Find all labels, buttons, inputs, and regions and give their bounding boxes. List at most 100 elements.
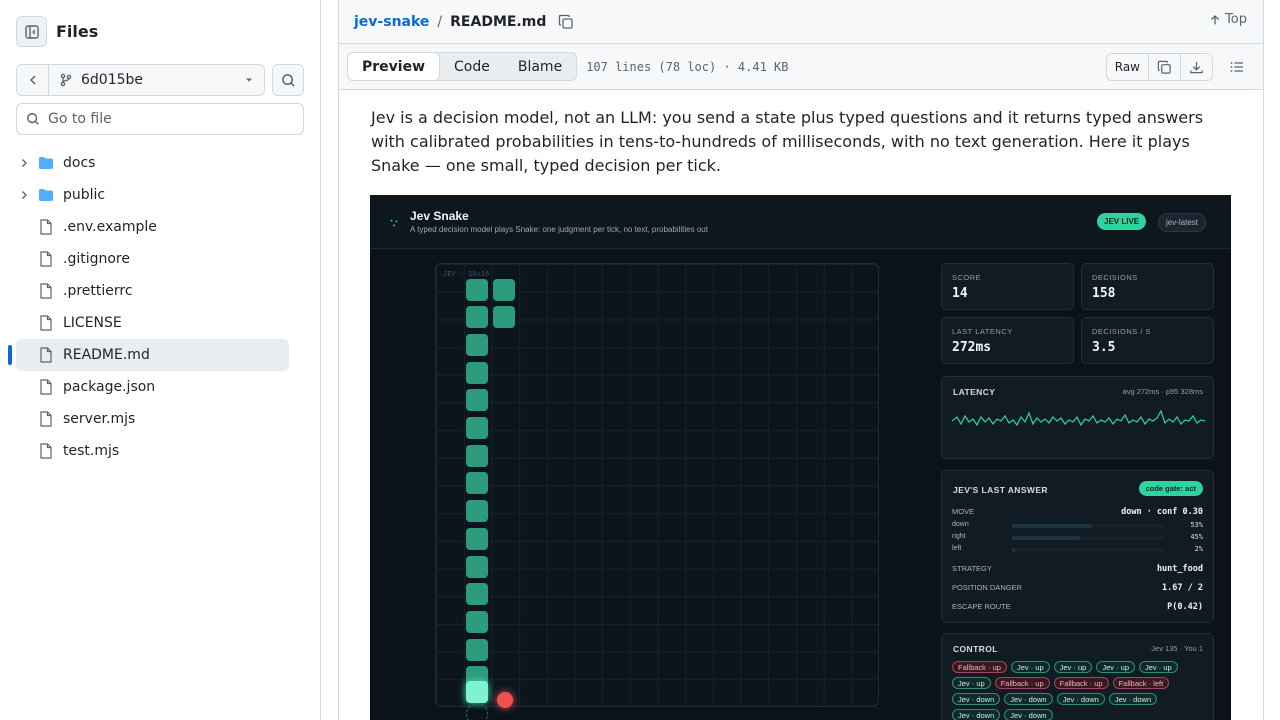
control-chip: Fallback · up bbox=[994, 677, 1050, 689]
tree-item-docs[interactable]: docs bbox=[16, 147, 289, 179]
snake-segment bbox=[465, 389, 488, 412]
prob-bar bbox=[1012, 548, 1163, 552]
prob-row-right: right 45% bbox=[952, 533, 1203, 543]
prob-pct: 45% bbox=[1190, 533, 1203, 541]
prob-dir: down bbox=[952, 521, 969, 528]
raw-button[interactable]: Raw bbox=[1107, 54, 1149, 80]
tab-blame[interactable]: Blame bbox=[504, 53, 576, 80]
escape-row: ESCAPE ROUTE P(0.42) bbox=[952, 602, 1203, 612]
stat-card-latency: LAST LATENCY 272ms bbox=[941, 317, 1074, 364]
back-to-top-link[interactable]: Top bbox=[1209, 12, 1247, 27]
chevron-right-icon[interactable] bbox=[16, 189, 32, 201]
tree-item-gitignore[interactable]: .gitignore bbox=[16, 243, 289, 275]
breadcrumb: jev-snake / README.md Top bbox=[339, 0, 1263, 44]
tab-code[interactable]: Code bbox=[440, 53, 504, 80]
tree-item-license[interactable]: LICENSE bbox=[16, 307, 289, 339]
breadcrumb-separator: / bbox=[437, 13, 443, 30]
download-icon bbox=[1190, 61, 1203, 73]
tree-item-readme[interactable]: README.md bbox=[8, 339, 289, 371]
file-sidebar: Files 6d015be Go to file docs public .en… bbox=[0, 0, 321, 720]
tree-item-label: public bbox=[63, 187, 106, 203]
snake-segment bbox=[465, 361, 488, 384]
stat-label: SCORE bbox=[952, 273, 982, 282]
back-button[interactable] bbox=[17, 65, 49, 95]
move-row: MOVE down · conf 0.30 bbox=[952, 507, 1203, 517]
search-icon bbox=[27, 113, 39, 125]
go-to-file-input[interactable]: Go to file bbox=[16, 103, 304, 135]
snake-segment bbox=[465, 500, 488, 523]
file-icon bbox=[38, 411, 54, 427]
caret-down-icon bbox=[234, 75, 264, 85]
app-header: Jev Snake A typed decision model plays S… bbox=[370, 195, 1231, 249]
stat-label: DECISIONS bbox=[1092, 273, 1138, 282]
branch-row: 6d015be bbox=[16, 64, 304, 96]
control-title: CONTROL bbox=[953, 644, 998, 654]
snake-segment bbox=[465, 555, 488, 578]
control-chip: Jev · down bbox=[952, 709, 1001, 720]
chevron-right-icon[interactable] bbox=[16, 157, 32, 169]
code-gate-badge: code gate: act bbox=[1138, 481, 1203, 496]
branch-label[interactable]: 6d015be bbox=[49, 72, 234, 88]
readme-intro: Jev is a decision model, not an LLM: you… bbox=[371, 108, 1204, 175]
game-board: JEV · 16x16 bbox=[435, 263, 879, 720]
control-chip: Jev · down bbox=[1004, 709, 1053, 720]
file-icon bbox=[38, 315, 54, 331]
snake-segment bbox=[465, 306, 488, 329]
tree-item-label: LICENSE bbox=[63, 315, 122, 331]
breadcrumb-repo-link[interactable]: jev-snake bbox=[354, 14, 429, 30]
answer-title: JEV'S LAST ANSWER bbox=[953, 485, 1048, 495]
chevron-left-icon bbox=[29, 75, 36, 85]
download-button[interactable] bbox=[1181, 54, 1212, 80]
prob-bar bbox=[1012, 524, 1163, 528]
git-branch-icon bbox=[60, 73, 72, 87]
tree-item-label: .gitignore bbox=[63, 251, 130, 267]
tree-item-public[interactable]: public bbox=[16, 179, 289, 211]
branch-name: 6d015be bbox=[81, 72, 144, 88]
tab-preview[interactable]: Preview bbox=[347, 52, 441, 81]
file-action-group: Raw bbox=[1105, 53, 1213, 81]
last-answer-card: JEV'S LAST ANSWER code gate: act MOVE do… bbox=[941, 470, 1214, 623]
file-stats: 107 lines (78 loc) · 4.41 KB bbox=[586, 59, 789, 74]
tree-item-test-mjs[interactable]: test.mjs bbox=[16, 435, 289, 467]
danger-value: 1.67 / 2 bbox=[1162, 583, 1203, 593]
go-to-file-placeholder: Go to file bbox=[48, 111, 112, 127]
control-chip: Jev · up bbox=[1053, 661, 1093, 673]
stat-label: DECISIONS / S bbox=[1092, 327, 1152, 336]
copy-path-button[interactable] bbox=[558, 14, 574, 30]
file-icon bbox=[38, 443, 54, 459]
control-chip: Jev · down bbox=[1004, 693, 1053, 705]
search-icon bbox=[281, 73, 295, 87]
stat-card-decisions: DECISIONS 158 bbox=[1081, 263, 1214, 310]
tree-item-label: docs bbox=[63, 155, 96, 171]
danger-label: POSITION DANGER bbox=[952, 583, 1023, 592]
readme-screenshot: Jev Snake A typed decision model plays S… bbox=[370, 195, 1231, 720]
stat-value: 3.5 bbox=[1092, 340, 1116, 355]
stat-card-rate: DECISIONS / S 3.5 bbox=[1081, 317, 1214, 364]
tree-item-env-example[interactable]: .env.example bbox=[16, 211, 289, 243]
control-card: CONTROL Jev 135 · You 1 Fallback · up Jev… bbox=[941, 633, 1214, 720]
search-button[interactable] bbox=[272, 64, 304, 96]
control-chip: Jev · down bbox=[952, 693, 1001, 705]
tree-item-package-json[interactable]: package.json bbox=[16, 371, 289, 403]
collapse-sidebar-button[interactable] bbox=[16, 16, 47, 47]
snake-segment bbox=[465, 610, 488, 633]
control-chip: Jev · up bbox=[1096, 661, 1135, 673]
outline-button[interactable] bbox=[1223, 53, 1251, 81]
stat-value: 272ms bbox=[952, 340, 992, 355]
file-icon bbox=[38, 251, 54, 267]
folder-icon bbox=[38, 188, 54, 202]
active-indicator bbox=[8, 345, 12, 365]
latency-title: LATENCY bbox=[953, 387, 996, 397]
branch-selector[interactable]: 6d015be bbox=[16, 64, 265, 96]
strategy-label: STRATEGY bbox=[952, 564, 992, 573]
tree-item-server-mjs[interactable]: server.mjs bbox=[16, 403, 289, 435]
tree-item-label: test.mjs bbox=[63, 443, 120, 459]
app-subtitle: A typed decision model plays Snake: one … bbox=[410, 225, 708, 234]
tree-item-prettierrc[interactable]: .prettierrc bbox=[16, 275, 289, 307]
model-badge: jev-latest bbox=[1158, 213, 1207, 232]
next-move-ghost bbox=[465, 702, 488, 720]
copy-raw-button[interactable] bbox=[1149, 54, 1181, 80]
control-chip: Jev · up bbox=[952, 677, 991, 689]
control-chip: Fallback · left bbox=[1112, 677, 1170, 689]
prob-pct: 53% bbox=[1190, 521, 1203, 529]
